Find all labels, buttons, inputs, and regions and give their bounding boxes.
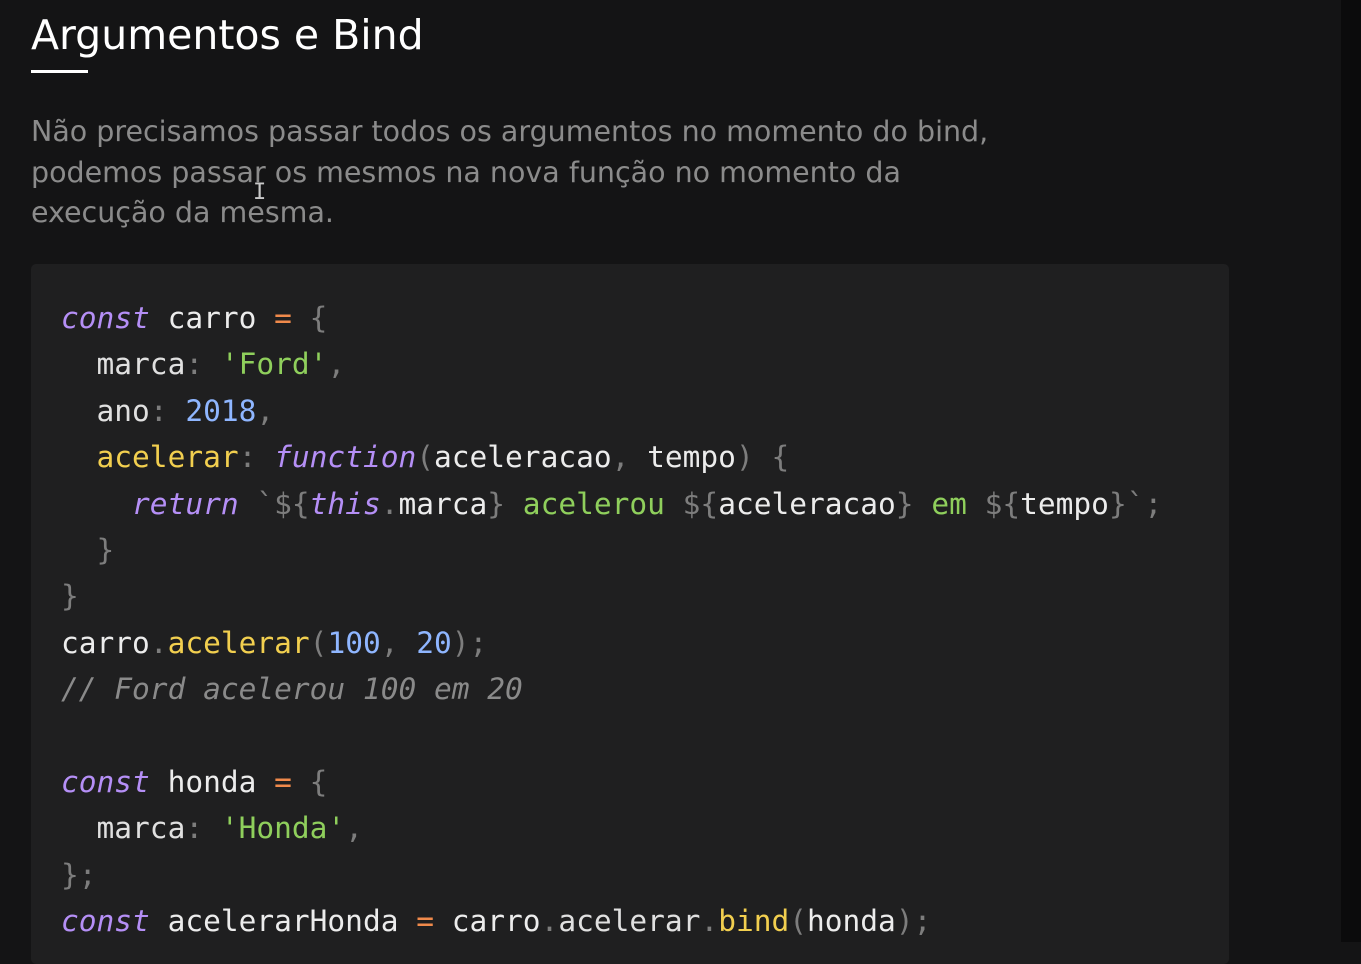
code-token: ${	[984, 486, 1021, 521]
code-line: }	[61, 527, 1162, 573]
intro-line: podemos passar os mesmos na nova função …	[31, 155, 901, 189]
code-token: function	[274, 440, 417, 475]
code-token: .	[380, 486, 399, 521]
code-token: carro	[434, 904, 541, 939]
code-content: const carro = { marca: 'Ford', ano: 2018…	[61, 295, 1162, 944]
code-token: acelerou	[505, 486, 683, 521]
code-token: this	[309, 486, 381, 521]
code-token: ${	[682, 486, 719, 521]
text-cursor-icon: I	[253, 180, 267, 205]
code-token: =	[416, 904, 434, 939]
code-line: const honda = {	[61, 759, 1162, 805]
code-token: tempo	[647, 440, 736, 475]
code-line: const carro = {	[61, 295, 1162, 341]
code-token: bind	[718, 904, 790, 939]
code-token: (	[309, 625, 328, 660]
code-token: ,	[611, 440, 648, 475]
code-token: };	[61, 857, 97, 892]
code-token: aceleracao	[718, 486, 896, 521]
code-token: }	[61, 579, 79, 614]
code-token: carro	[149, 301, 275, 335]
code-token: tempo	[1020, 486, 1109, 521]
code-token: =	[274, 301, 292, 335]
code-token: const	[61, 764, 150, 799]
code-line: const acelerarHonda = carro.acelerar.bin…	[61, 898, 1162, 944]
code-token: {	[291, 301, 328, 335]
code-token: }	[895, 486, 914, 521]
code-token: // Ford acelerou 100 em 20	[61, 672, 523, 707]
code-token: aceleracao	[434, 440, 612, 475]
code-token: :	[185, 347, 221, 382]
code-token: ano	[61, 393, 150, 428]
code-token: honda	[807, 904, 896, 939]
code-token: carro	[61, 625, 150, 660]
code-token: marca	[61, 811, 186, 846]
code-token: ,	[380, 625, 417, 660]
intro-paragraph: Não precisamos passar todos os argumento…	[31, 112, 1131, 234]
code-token: ,	[327, 347, 346, 382]
code-token: em	[913, 486, 985, 521]
code-token: );	[895, 904, 932, 939]
code-line: }	[61, 573, 1162, 619]
intro-line: execução da mesma.	[31, 196, 334, 229]
code-token: marca	[398, 486, 488, 521]
code-token: 100	[327, 625, 381, 660]
title-underline	[31, 70, 88, 73]
code-token: ) {	[735, 440, 790, 475]
code-line: return `${this.marca} acelerou ${acelera…	[61, 481, 1162, 527]
code-token: honda	[149, 764, 275, 799]
code-token: }`;	[1108, 486, 1163, 521]
code-token: 20	[416, 625, 452, 660]
code-token: marca	[61, 347, 186, 382]
code-token: acelerar	[558, 904, 701, 939]
code-token: .	[700, 904, 719, 939]
code-line: // Ford acelerou 100 em 20	[61, 666, 1162, 712]
code-token: 'Honda'	[220, 811, 346, 846]
code-token: (	[416, 440, 434, 475]
intro-line: Não precisamos passar todos os argumento…	[31, 115, 989, 148]
code-token: .	[149, 625, 168, 660]
code-token: );	[451, 625, 488, 660]
code-line: carro.acelerar(100, 20);	[61, 620, 1162, 666]
code-line: };	[61, 852, 1162, 898]
code-token: .	[540, 904, 559, 939]
code-block: const carro = { marca: 'Ford', ano: 2018…	[31, 264, 1229, 964]
code-token: }	[61, 532, 115, 567]
code-line: marca: 'Ford',	[61, 341, 1162, 387]
right-edge-band	[1341, 0, 1361, 942]
code-token: acelerarHonda	[149, 904, 417, 939]
code-token: ,	[345, 811, 363, 846]
code-token: acelerar	[61, 440, 239, 475]
code-line: ano: 2018,	[61, 388, 1162, 434]
code-token: {	[291, 764, 328, 799]
code-line: marca: 'Honda',	[61, 805, 1162, 851]
code-token: }	[487, 486, 506, 521]
code-token: :	[185, 811, 221, 846]
code-token: return	[61, 486, 239, 521]
code-line: acelerar: function(aceleracao, tempo) {	[61, 434, 1162, 480]
code-token: `${	[238, 486, 310, 521]
code-token: =	[274, 764, 292, 799]
code-token: const	[61, 904, 150, 939]
code-token: acelerar	[167, 625, 310, 660]
code-token: 'Ford'	[220, 347, 328, 382]
code-token: :	[149, 393, 186, 428]
code-token: 2018	[185, 393, 257, 428]
code-token: ,	[256, 393, 275, 428]
code-token: const	[61, 301, 150, 335]
page-title: Argumentos e Bind	[31, 11, 424, 59]
code-token: (	[789, 904, 808, 939]
code-token: :	[238, 440, 275, 475]
